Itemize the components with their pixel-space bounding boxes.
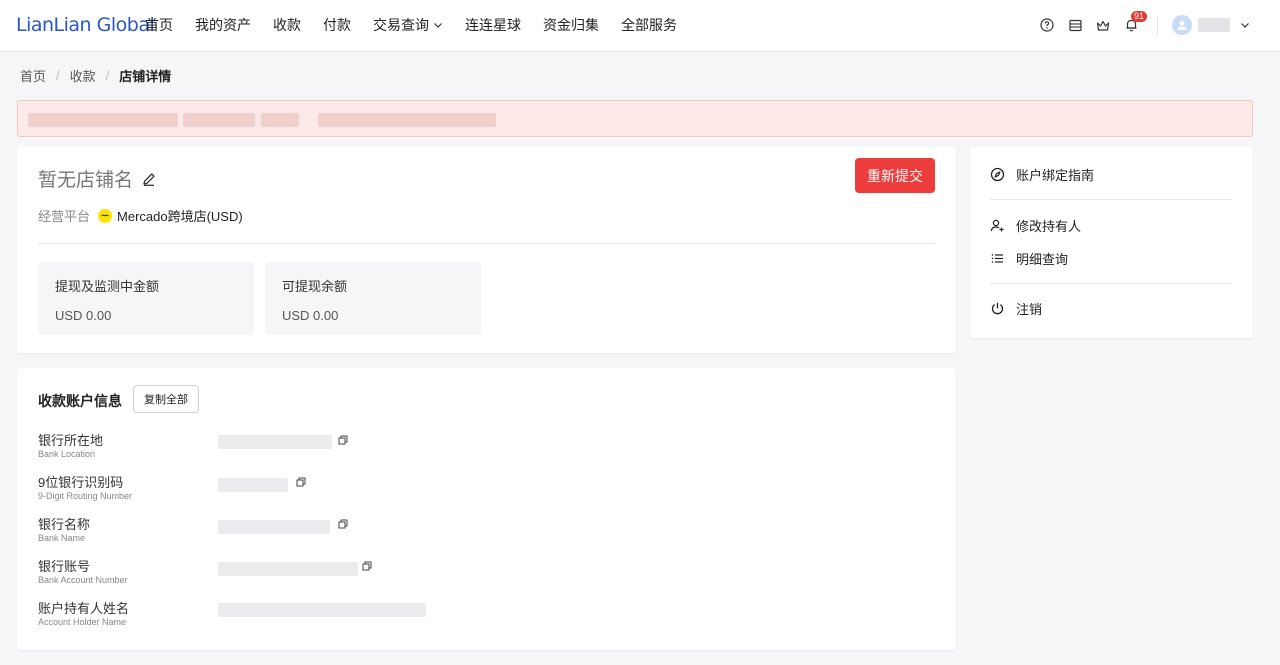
alert-banner <box>17 100 1253 137</box>
detail-query-label: 明细查询 <box>1016 252 1069 267</box>
power-icon <box>991 302 1004 315</box>
top-bar: LianLian Global 首页 我的资产 收款 付款 交易查询 连连星球 … <box>0 0 1280 52</box>
calendar-icon[interactable] <box>1067 17 1083 33</box>
nav-assets[interactable]: 我的资产 <box>195 15 251 35</box>
nav-fund-collection[interactable]: 资金归集 <box>543 15 599 35</box>
username-redacted <box>1198 18 1230 32</box>
bank-name-row: 银行名称 Bank Name <box>38 517 90 543</box>
main-nav: 首页 我的资产 收款 付款 交易查询 连连星球 资金归集 全部服务 <box>145 0 699 50</box>
withdrawing-amount-value: USD 0.00 <box>55 308 112 323</box>
toolbar-divider <box>1157 16 1158 34</box>
routing-number-value-redacted <box>218 478 288 492</box>
available-balance-value: USD 0.00 <box>282 308 339 323</box>
chevron-down-icon[interactable] <box>1240 20 1250 30</box>
redacted-text <box>28 113 178 127</box>
user-add-icon <box>990 219 1004 232</box>
bank-name-sublabel: Bank Name <box>38 533 86 543</box>
chevron-down-icon <box>434 23 442 28</box>
routing-number-sublabel: 9-Digit Routing Number <box>38 491 133 501</box>
routing-number-label: 9位银行识别码 <box>38 475 124 490</box>
nav-planet[interactable]: 连连星球 <box>465 15 521 35</box>
divider <box>990 283 1232 284</box>
redacted-text <box>183 113 255 127</box>
logo[interactable]: LianLian Global <box>16 14 155 36</box>
account-binding-guide-link[interactable]: 账户绑定指南 <box>990 165 1094 184</box>
bank-account-number-row: 银行账号 Bank Account Number <box>38 559 128 585</box>
copy-all-button[interactable]: 复制全部 <box>133 385 199 413</box>
platform-value: Mercado跨境店(USD) <box>117 209 243 224</box>
nav-all-services[interactable]: 全部服务 <box>621 15 677 35</box>
copy-icon[interactable] <box>338 435 348 445</box>
bank-location-value-redacted <box>218 435 332 449</box>
divider <box>38 243 935 244</box>
account-holder-name-label: 账户持有人姓名 <box>38 601 130 616</box>
store-name-text: 暂无店铺名 <box>38 170 134 191</box>
side-actions-card: 账户绑定指南 修改持有人 明细查询 注销 <box>970 147 1253 338</box>
nav-transactions[interactable]: 交易查询 <box>373 15 443 35</box>
bell-icon[interactable]: 91 <box>1123 11 1148 33</box>
divider <box>990 199 1232 200</box>
list-icon <box>991 254 1003 263</box>
notification-badge: 91 <box>1131 11 1148 22</box>
nav-pay[interactable]: 付款 <box>323 15 351 35</box>
modify-holder-label: 修改持有人 <box>1016 219 1082 234</box>
platform-row: 经营平台 Mercado跨境店(USD) <box>38 206 243 225</box>
receiving-account-card: 收款账户信息 复制全部 银行所在地 Bank Location 9位银行识别码 … <box>17 368 956 650</box>
account-holder-name-row: 账户持有人姓名 Account Holder Name <box>38 601 129 627</box>
breadcrumb-separator: / <box>56 68 60 83</box>
available-balance-box: 可提现余额 USD 0.00 <box>265 262 481 335</box>
detail-query-link[interactable]: 明细查询 <box>990 249 1068 268</box>
nav-transactions-label: 交易查询 <box>373 17 429 33</box>
breadcrumb-separator: / <box>105 68 110 83</box>
mercado-libre-icon <box>98 208 113 223</box>
resubmit-button[interactable]: 重新提交 <box>855 158 935 193</box>
bank-location-label: 银行所在地 <box>38 433 104 448</box>
routing-number-row: 9位银行识别码 9-Digit Routing Number <box>38 475 132 501</box>
modify-holder-link[interactable]: 修改持有人 <box>990 216 1081 235</box>
breadcrumb: 首页 / 收款 / 店铺详情 <box>20 66 171 85</box>
copy-icon[interactable] <box>296 477 306 487</box>
account-holder-name-value-redacted <box>218 603 426 617</box>
bank-name-value-redacted <box>218 520 330 534</box>
bank-location-sublabel: Bank Location <box>38 449 96 459</box>
bank-account-number-value-redacted <box>218 562 358 576</box>
copy-icon[interactable] <box>362 561 372 571</box>
compass-icon <box>990 167 1005 182</box>
help-icon[interactable] <box>1039 17 1055 33</box>
account-section-title: 收款账户信息 <box>38 393 122 409</box>
cancel-store-link[interactable]: 注销 <box>990 299 1042 318</box>
breadcrumb-home[interactable]: 首页 <box>20 66 46 85</box>
nav-home[interactable]: 首页 <box>145 15 173 35</box>
nav-receive[interactable]: 收款 <box>273 15 301 35</box>
store-card: 暂无店铺名 重新提交 经营平台 Mercado跨境店(USD) 提现及监测中金额… <box>17 147 956 353</box>
withdrawing-amount-box: 提现及监测中金额 USD 0.00 <box>38 262 254 335</box>
breadcrumb-current: 店铺详情 <box>119 69 172 84</box>
top-right-tools: 91 <box>1027 11 1250 38</box>
account-holder-name-sublabel: Account Holder Name <box>38 617 127 627</box>
available-balance-label: 可提现余额 <box>282 279 348 294</box>
account-binding-guide-label: 账户绑定指南 <box>1016 168 1095 183</box>
platform-label: 经营平台 <box>38 209 91 224</box>
bank-account-number-sublabel: Bank Account Number <box>38 575 128 585</box>
bank-location-row: 银行所在地 Bank Location <box>38 433 103 459</box>
user-avatar-icon[interactable] <box>1172 15 1192 35</box>
crown-icon[interactable] <box>1095 17 1111 33</box>
redacted-text <box>318 113 496 127</box>
store-name: 暂无店铺名 <box>38 165 157 192</box>
bank-name-label: 银行名称 <box>38 517 91 532</box>
cancel-store-label: 注销 <box>1016 302 1043 317</box>
breadcrumb-receive[interactable]: 收款 <box>70 66 96 85</box>
bank-account-number-label: 银行账号 <box>38 559 91 574</box>
copy-icon[interactable] <box>338 519 348 529</box>
redacted-text <box>261 113 299 127</box>
withdrawing-amount-label: 提现及监测中金额 <box>55 279 160 294</box>
edit-icon[interactable] <box>141 171 157 187</box>
